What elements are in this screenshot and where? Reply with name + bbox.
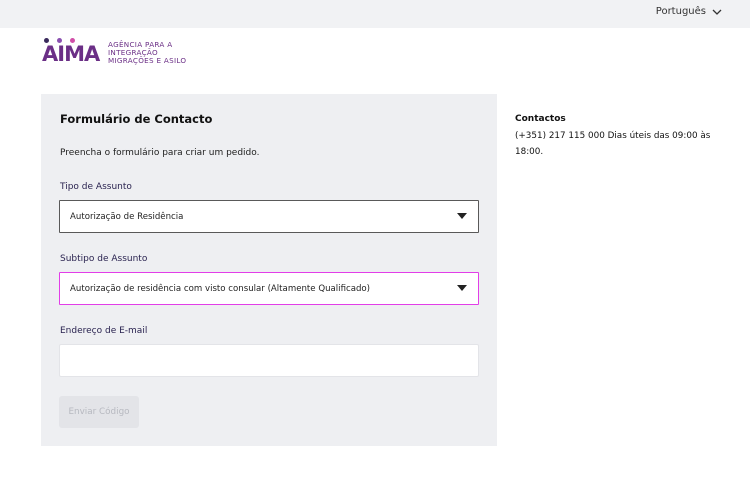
subject-type-label: Tipo de Assunto bbox=[60, 182, 132, 192]
form-intro: Preencha o formulário para criar um pedi… bbox=[60, 148, 260, 158]
subject-subtype-value: Autorização de residência com visto cons… bbox=[70, 283, 371, 294]
subject-type-value: Autorização de Residência bbox=[70, 211, 184, 222]
subject-subtype-select[interactable]: Autorização de residência com visto cons… bbox=[59, 272, 479, 305]
chevron-down-icon bbox=[712, 9, 722, 15]
top-bar: Português bbox=[0, 0, 750, 28]
logo-wordmark: AIMA bbox=[42, 42, 100, 66]
aima-logo[interactable]: AIMA AGÊNCIA PARA A INTEGRAÇÃO MIGRAÇÕES… bbox=[42, 38, 186, 66]
contacts-section: Contactos (+351) 217 115 000 Dias úteis … bbox=[515, 114, 715, 160]
contacts-text: (+351) 217 115 000 Dias úteis das 09:00 … bbox=[515, 131, 711, 157]
logo-mark: AIMA bbox=[42, 38, 102, 66]
subject-type-select[interactable]: Autorização de Residência bbox=[59, 200, 479, 233]
email-field[interactable] bbox=[59, 344, 479, 377]
caret-down-icon bbox=[457, 213, 467, 219]
logo-tagline-line: MIGRAÇÕES E ASILO bbox=[108, 56, 187, 65]
email-label: Endereço de E-mail bbox=[60, 326, 148, 336]
contact-form-panel: Formulário de Contacto Preencha o formul… bbox=[41, 94, 497, 446]
send-code-button[interactable]: Enviar Código bbox=[59, 396, 139, 428]
language-label: Português bbox=[655, 6, 706, 17]
language-selector[interactable]: Português bbox=[656, 6, 722, 17]
caret-down-icon bbox=[457, 285, 467, 291]
form-title: Formulário de Contacto bbox=[60, 112, 213, 126]
contacts-title: Contactos bbox=[515, 114, 566, 124]
subject-subtype-label: Subtipo de Assunto bbox=[60, 254, 148, 264]
logo-tagline: AGÊNCIA PARA A INTEGRAÇÃO MIGRAÇÕES E AS… bbox=[108, 41, 186, 66]
